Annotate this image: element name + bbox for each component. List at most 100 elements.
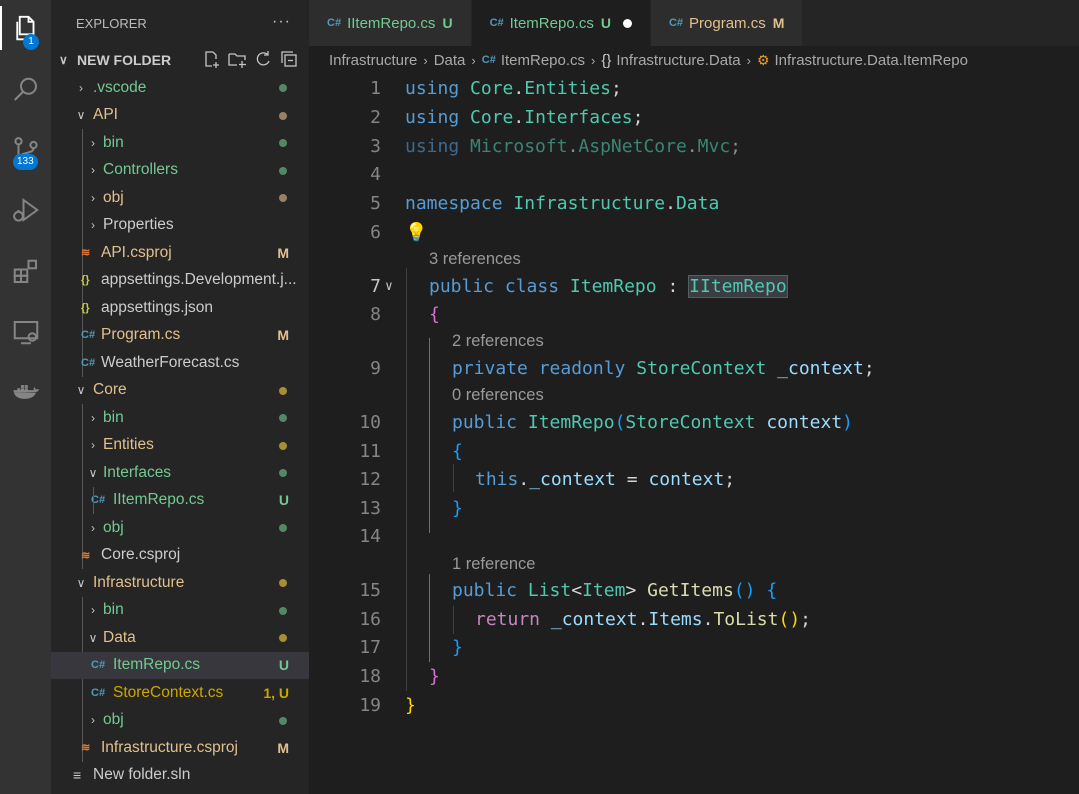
- tab-label: ItemRepo.cs: [509, 14, 594, 32]
- chevron-right-icon: ›: [91, 713, 95, 728]
- csharp-icon: C#: [81, 329, 96, 342]
- code-line: 9 private readonly StoreContext _context…: [309, 354, 1079, 382]
- line-number: 16: [359, 608, 381, 630]
- tree-folder-bin[interactable]: › bin: [51, 129, 309, 157]
- indent-guide: [93, 486, 94, 514]
- extensions-icon[interactable]: [0, 250, 51, 294]
- line-number: 19: [359, 694, 381, 716]
- tree-file-program[interactable]: C# Program.cs M: [51, 322, 309, 350]
- line-number: 2: [370, 106, 381, 128]
- chevron-right-icon: ›: [91, 520, 95, 535]
- code-line: 18 }: [309, 662, 1079, 690]
- tree-folder-properties[interactable]: › Properties: [51, 212, 309, 240]
- tree-folder-controllers[interactable]: › Controllers: [51, 157, 309, 185]
- tree-file-appsettings[interactable]: {} appsettings.json: [51, 294, 309, 322]
- line-number: 6: [370, 221, 381, 243]
- more-actions-icon[interactable]: ···: [272, 13, 291, 31]
- breadcrumb-item[interactable]: Infrastructure: [329, 52, 417, 69]
- chevron-right-icon: ›: [79, 80, 83, 95]
- code-text: }: [405, 694, 416, 716]
- breadcrumb-item[interactable]: ItemRepo.cs: [501, 52, 585, 69]
- code-line: 17 }: [309, 633, 1079, 661]
- code-line: 2 using Core.Interfaces;: [309, 103, 1079, 131]
- tree-folder-core[interactable]: ∨ Core: [51, 377, 309, 405]
- line-number: 17: [359, 636, 381, 658]
- code-lens-references[interactable]: 1 reference: [452, 555, 535, 574]
- breadcrumb-item[interactable]: Infrastructure.Data.ItemRepo: [775, 52, 968, 69]
- tree-file-weatherforecast[interactable]: C# WeatherForecast.cs: [51, 349, 309, 377]
- unsaved-dot-icon[interactable]: [622, 18, 632, 28]
- refresh-icon[interactable]: [253, 49, 273, 69]
- line-number: 12: [359, 468, 381, 490]
- tab-label: IItemRepo.cs: [347, 14, 436, 32]
- chevron-down-icon: ∨: [88, 465, 98, 480]
- run-debug-icon[interactable]: [0, 188, 51, 232]
- code-lens-references[interactable]: 0 references: [452, 386, 544, 405]
- code-line: 6 💡: [309, 218, 1079, 246]
- tab-program[interactable]: C# Program.cs M: [650, 0, 804, 46]
- tree-label: New folder.sln: [93, 766, 191, 784]
- status-dot: [279, 139, 287, 147]
- tree-file-infrastructure-csproj[interactable]: ≋ Infrastructure.csproj M: [51, 734, 309, 762]
- tree-folder-bin[interactable]: › bin: [51, 597, 309, 625]
- tree-folder-vscode[interactable]: › .vscode: [51, 74, 309, 102]
- line-number: 3: [370, 135, 381, 157]
- file-tree: › .vscode ∨ API › bin › Controllers › ob…: [51, 74, 309, 789]
- namespace-icon: {}: [601, 51, 612, 69]
- tree-folder-api[interactable]: ∨ API: [51, 102, 309, 130]
- line-number: 8: [370, 303, 381, 325]
- search-icon[interactable]: [0, 68, 51, 112]
- chevron-down-icon: ∨: [76, 575, 86, 590]
- tree-label: Core: [93, 381, 127, 399]
- explorer-sidebar: EXPLORER ··· ∨ NEW FOLDER › .vscode ∨ AP…: [51, 0, 309, 794]
- code-line: 16 return _context.Items.ToList();: [309, 605, 1079, 633]
- rss-icon: ≋: [81, 549, 91, 562]
- tree-file-solution[interactable]: ≡ New folder.sln: [51, 762, 309, 790]
- tree-folder-bin[interactable]: › bin: [51, 404, 309, 432]
- tree-file-api-csproj[interactable]: ≋ API.csproj M: [51, 239, 309, 267]
- tree-folder-obj[interactable]: › obj: [51, 707, 309, 735]
- tree-folder-entities[interactable]: › Entities: [51, 432, 309, 460]
- new-file-icon[interactable]: [201, 49, 221, 69]
- code-line: 19 }: [309, 691, 1079, 719]
- status-dot: [279, 386, 287, 395]
- tree-file-storecontext[interactable]: C# StoreContext.cs 1, U: [51, 679, 309, 707]
- tree-folder-obj[interactable]: › obj: [51, 514, 309, 542]
- chevron-down-icon[interactable]: ∨: [385, 279, 393, 294]
- tab-bar: C# IItemRepo.cs U C# ItemRepo.cs U C# Pr…: [309, 0, 1079, 46]
- code-text: private readonly StoreContext _context;: [452, 357, 875, 379]
- tree-file-core-csproj[interactable]: ≋ Core.csproj: [51, 542, 309, 570]
- tree-folder-interfaces[interactable]: ∨ Interfaces: [51, 459, 309, 487]
- code-line: 13 }: [309, 494, 1079, 522]
- tab-status: U: [442, 15, 453, 31]
- chevron-down-icon: ∨: [59, 53, 68, 67]
- line-number: 11: [359, 440, 381, 462]
- chevron-right-icon: ›: [471, 52, 476, 68]
- workspace-folder[interactable]: ∨ NEW FOLDER: [51, 46, 309, 74]
- tree-file-itemrepo[interactable]: C# ItemRepo.cs U: [51, 651, 309, 679]
- breadcrumb-item[interactable]: Data: [434, 52, 466, 69]
- tree-folder-obj[interactable]: › obj: [51, 184, 309, 212]
- code-line: 1 using Core.Entities;: [309, 74, 1079, 102]
- code-line: 4: [309, 160, 1079, 188]
- csharp-icon: C#: [91, 686, 106, 699]
- remote-explorer-icon[interactable]: [0, 310, 51, 354]
- chevron-right-icon: ›: [91, 218, 95, 233]
- code-lens-references[interactable]: 2 references: [452, 332, 544, 351]
- tab-itemrepo[interactable]: C# ItemRepo.cs U: [471, 0, 651, 46]
- class-icon: ⚙: [756, 51, 770, 68]
- docker-icon[interactable]: [0, 370, 51, 414]
- tab-iitemrepo[interactable]: C# IItemRepo.cs U: [309, 0, 472, 46]
- code-lens-references[interactable]: 3 references: [429, 250, 521, 269]
- lightbulb-icon[interactable]: 💡: [405, 222, 427, 243]
- tree-file-appsettings-dev[interactable]: {} appsettings.Development.j...: [51, 267, 309, 295]
- status-dot: [279, 634, 287, 642]
- breadcrumb-item[interactable]: Infrastructure.Data: [616, 52, 740, 69]
- collapse-all-icon[interactable]: [279, 49, 299, 69]
- tree-folder-infrastructure[interactable]: ∨ Infrastructure: [51, 569, 309, 597]
- tree-folder-data[interactable]: ∨ Data: [51, 624, 309, 652]
- new-folder-icon[interactable]: [227, 49, 247, 69]
- tree-file-iitemrepo[interactable]: C# IItemRepo.cs U: [51, 486, 309, 514]
- git-status: M: [277, 327, 289, 344]
- tree-label: .vscode: [93, 78, 147, 96]
